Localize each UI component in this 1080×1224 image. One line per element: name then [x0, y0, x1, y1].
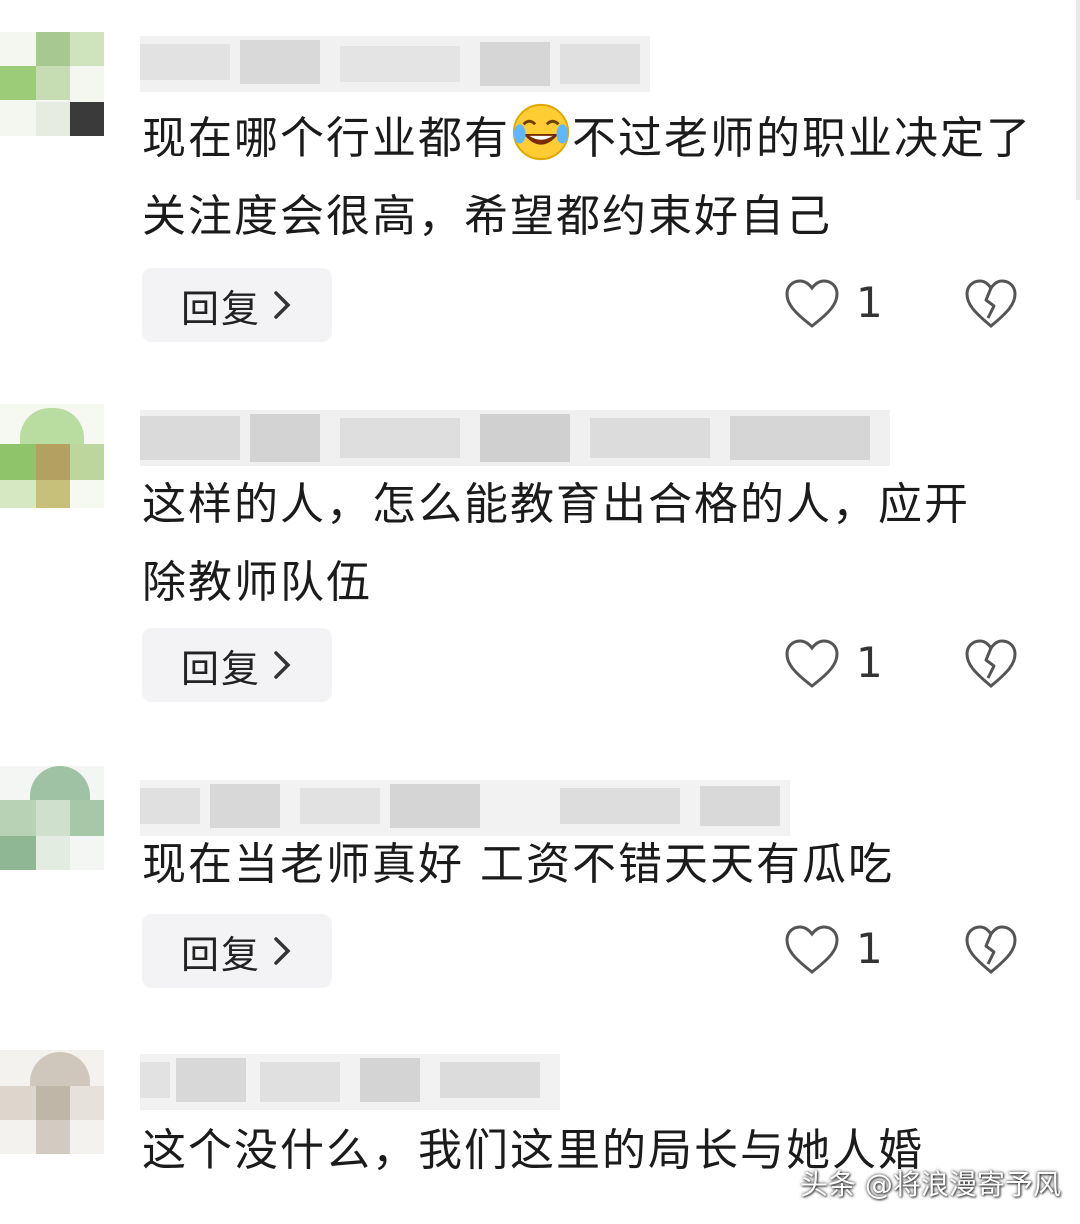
comment-text: 这样的人，怎么能教育出合格的人，应开除教师队伍 [142, 479, 970, 608]
heart-outline-icon[interactable] [784, 278, 840, 330]
scroll-edge [1076, 0, 1080, 200]
comment-text-part1: 现在哪个行业都有 [142, 113, 510, 164]
username-blurred [140, 1054, 560, 1110]
broken-heart-icon[interactable] [964, 638, 1018, 690]
chevron-right-icon [274, 937, 291, 965]
comment-text: 现在哪个行业都有 不过老师的职业决定了关注度会很高，希望都约束好自己 [142, 100, 1042, 256]
like-count: 1 [856, 638, 883, 687]
like-count: 1 [856, 278, 883, 327]
avatar[interactable] [0, 32, 104, 136]
avatar[interactable] [0, 1050, 104, 1154]
reply-button[interactable]: 回复 [142, 628, 332, 702]
reply-button[interactable]: 回复 [142, 914, 332, 988]
reply-button[interactable]: 回复 [142, 268, 332, 342]
watermark: 头条 @将浪漫寄予风 [800, 1168, 1061, 1201]
reply-label: 回复 [180, 932, 261, 977]
username-blurred [140, 410, 890, 466]
heart-outline-icon[interactable] [784, 638, 840, 690]
reply-label: 回复 [180, 646, 261, 691]
chevron-right-icon [274, 291, 291, 319]
heart-outline-icon[interactable] [784, 924, 840, 976]
avatar[interactable] [0, 404, 104, 508]
chevron-right-icon [274, 651, 291, 679]
like-count: 1 [856, 924, 883, 973]
avatar[interactable] [0, 766, 104, 870]
comment-text: 现在当老师真好 工资不错天天有瓜吃 [142, 839, 894, 890]
broken-heart-icon[interactable] [964, 278, 1018, 330]
username-blurred [140, 36, 650, 92]
laughing-tears-emoji-icon [512, 103, 570, 161]
reply-label: 回复 [180, 286, 261, 331]
broken-heart-icon[interactable] [964, 924, 1018, 976]
